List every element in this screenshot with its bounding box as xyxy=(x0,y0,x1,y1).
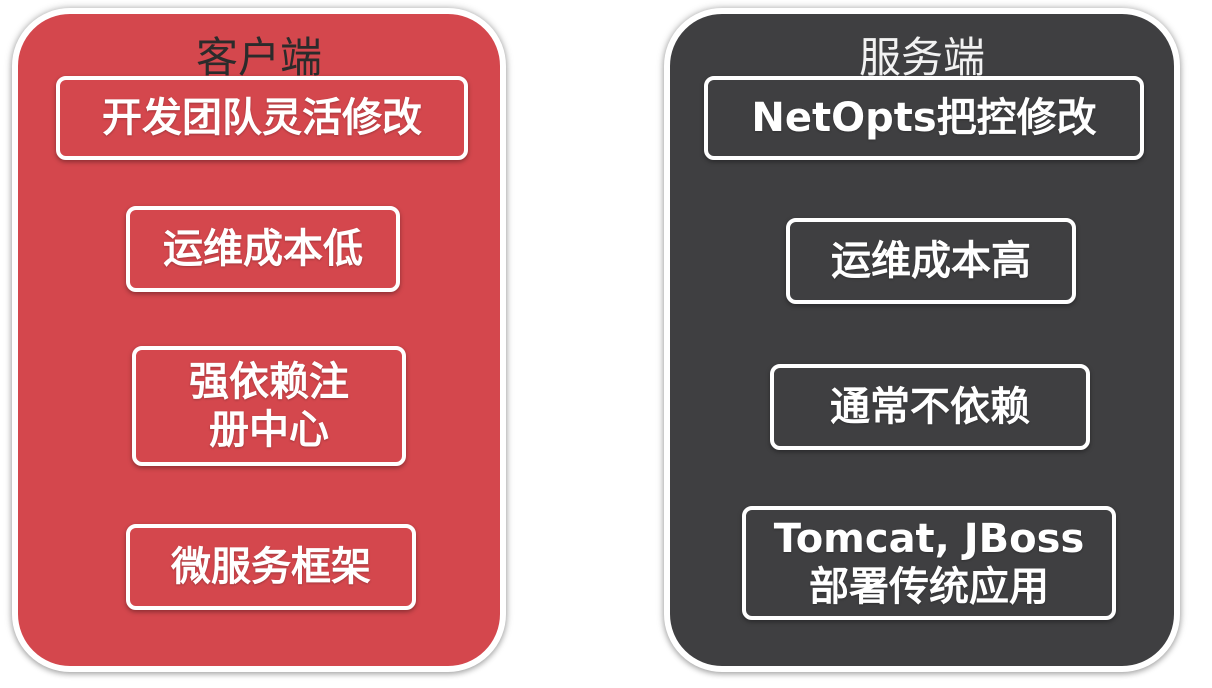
client-item-registry-dependency: 强依赖注 册中心 xyxy=(132,346,406,466)
server-panel: 服务端 NetOpts把控修改 运维成本高 通常不依赖 Tomcat, JBos… xyxy=(664,8,1180,672)
server-item-high-ops-cost: 运维成本高 xyxy=(786,218,1076,304)
client-item-flexible-modification: 开发团队灵活修改 xyxy=(56,76,468,160)
client-item-label: 运维成本低 xyxy=(163,226,363,272)
client-item-label: 微服务框架 xyxy=(171,544,371,590)
server-item-label-line-1: Tomcat, JBoss xyxy=(773,516,1085,562)
client-panel: 客户端 开发团队灵活修改 运维成本低 强依赖注 册中心 微服务框架 xyxy=(12,8,506,672)
client-item-label-line-1: 强依赖注 xyxy=(189,359,349,405)
server-item-traditional-deployment: Tomcat, JBoss 部署传统应用 xyxy=(742,506,1116,620)
server-item-label: 运维成本高 xyxy=(831,238,1031,284)
client-item-label-line-2: 册中心 xyxy=(209,407,329,453)
server-item-label: 通常不依赖 xyxy=(830,384,1030,430)
comparison-diagram: 客户端 开发团队灵活修改 运维成本低 强依赖注 册中心 微服务框架 服务端 Ne… xyxy=(0,0,1212,688)
client-item-microservice-framework: 微服务框架 xyxy=(126,524,416,610)
client-item-low-ops-cost: 运维成本低 xyxy=(126,206,400,292)
client-item-label: 开发团队灵活修改 xyxy=(102,95,422,141)
server-item-label-line-2: 部署传统应用 xyxy=(809,564,1049,610)
server-item-usually-independent: 通常不依赖 xyxy=(770,364,1090,450)
server-item-netopts-control: NetOpts把控修改 xyxy=(704,76,1144,160)
server-item-label: NetOpts把控修改 xyxy=(751,95,1097,141)
